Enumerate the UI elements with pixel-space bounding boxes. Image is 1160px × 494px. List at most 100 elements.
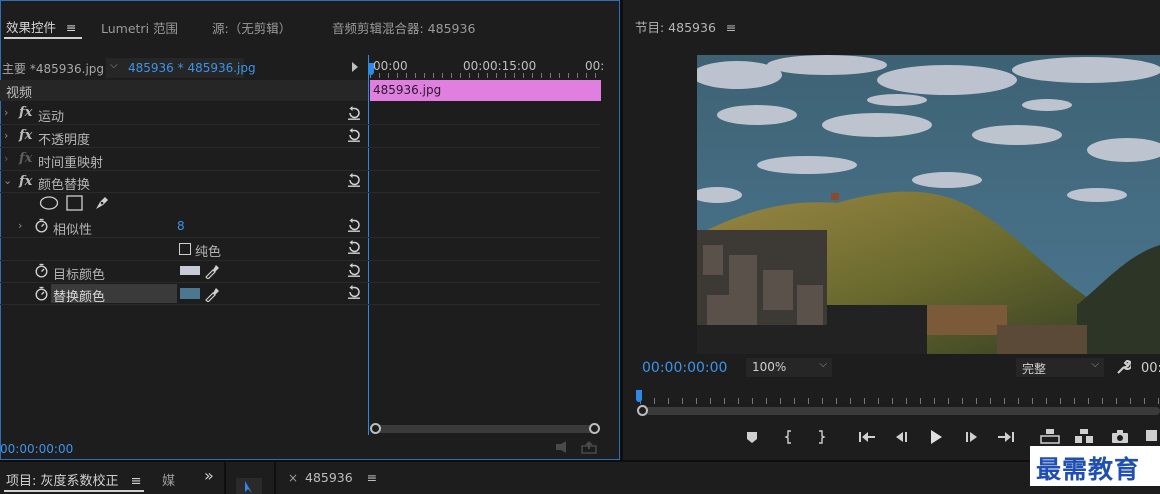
zoom-handle-left[interactable]	[370, 423, 381, 434]
panel-menu-icon[interactable]: ≡	[131, 474, 142, 489]
mini-timeline[interactable]	[368, 55, 602, 435]
quality-select[interactable]: 完整 ⌵	[1016, 358, 1104, 377]
panel-menu-icon[interactable]: ≡	[66, 20, 76, 35]
reset-icon[interactable]	[346, 127, 362, 143]
program-video-frame[interactable]	[697, 55, 1160, 354]
go-to-out-icon[interactable]	[997, 430, 1015, 444]
clip-selector[interactable]: ⌵ 485936 * 485936.jpg	[106, 58, 256, 78]
tab-effect-controls[interactable]: 效果控件 ≡	[6, 17, 76, 36]
ruler-timecode-end: 00:	[585, 59, 605, 73]
fx-badge-icon[interactable]: fx	[19, 128, 32, 143]
lift-icon[interactable]	[1040, 428, 1060, 444]
replace-color-label: 替换颜色	[53, 290, 106, 305]
export-icon[interactable]	[581, 440, 597, 454]
effect-motion-label[interactable]: 运动	[38, 106, 64, 125]
stopwatch-icon[interactable]	[34, 218, 49, 233]
wrench-icon[interactable]	[1115, 359, 1131, 375]
effect-color-replace-label[interactable]: 颜色替换	[38, 174, 90, 193]
expand-chevron-icon[interactable]: ›	[4, 106, 8, 119]
expand-chevron-icon[interactable]: ›	[4, 129, 8, 142]
program-right-timecode: 00:	[1141, 361, 1160, 376]
tab-audio-clip-mixer[interactable]: 音频剪辑混合器: 485936	[332, 18, 475, 37]
clip-selector-label: 485936 * 485936.jpg	[128, 61, 256, 75]
chevron-down-icon: ⌵	[1091, 359, 1099, 370]
mark-in-icon[interactable]	[783, 430, 795, 444]
filter-audio-icon[interactable]	[554, 440, 570, 454]
mark-out-icon[interactable]	[815, 430, 827, 444]
eyedropper-icon[interactable]	[204, 286, 220, 302]
clip-bar[interactable]: 485936.jpg	[370, 80, 601, 101]
panel-menu-icon[interactable]: ≡	[367, 470, 377, 485]
playhead-marker[interactable]	[368, 63, 374, 75]
play-triangle-icon[interactable]	[352, 62, 358, 72]
button-editor-icon[interactable]	[1145, 429, 1160, 444]
quality-value: 完整	[1022, 362, 1047, 376]
footer-timecode[interactable]: 00:00:00:00	[0, 442, 73, 456]
expand-panels-icon[interactable]: »	[204, 466, 214, 485]
stopwatch-icon[interactable]	[34, 263, 49, 278]
zoom-handle-right[interactable]	[589, 423, 600, 434]
camera-icon[interactable]	[1111, 429, 1129, 444]
project-tab-label: 项目: 灰度系数校正	[6, 474, 119, 489]
rectangle-mask-icon[interactable]	[66, 195, 84, 211]
expand-chevron-icon[interactable]: ›	[4, 152, 8, 165]
effect-time-remap-label[interactable]: 时间重映射	[38, 152, 103, 171]
similarity-label: 相似性	[53, 223, 93, 238]
zoom-level-value: 100%	[752, 360, 787, 374]
panel-menu-icon[interactable]: ≡	[726, 20, 736, 35]
scrub-playhead[interactable]	[636, 390, 642, 402]
similarity-value[interactable]: 8	[177, 219, 185, 233]
effect-opacity-label[interactable]: 不透明度	[38, 129, 90, 148]
reset-icon[interactable]	[346, 217, 362, 233]
fx-badge-icon: fx	[19, 151, 33, 166]
video-section-label: 视频	[6, 86, 33, 101]
sequence-tab[interactable]: 485936 ≡	[305, 470, 377, 485]
fx-badge-icon[interactable]: fx	[19, 174, 32, 189]
expand-chevron-icon[interactable]: ›	[18, 219, 22, 232]
sequence-close-icon[interactable]: ×	[288, 471, 298, 485]
target-color-swatch[interactable]	[180, 266, 200, 275]
sequence-tab-label: 485936	[305, 470, 353, 485]
reset-icon[interactable]	[346, 262, 362, 278]
monitor-zoom-handle[interactable]	[637, 405, 648, 416]
solid-color-label: 纯色	[195, 245, 222, 260]
active-tab-underline	[4, 37, 82, 39]
selection-tool-icon[interactable]	[236, 478, 262, 494]
timeline-zoom-scrollbar[interactable]	[375, 425, 595, 433]
chevron-down-icon: ⌵	[819, 359, 827, 370]
chevron-down-icon: ⌵	[110, 60, 118, 71]
media-browser-tab[interactable]: 媒	[162, 470, 175, 489]
add-marker-icon[interactable]	[745, 430, 759, 444]
tab-source[interactable]: 源:（无剪辑）	[212, 18, 291, 37]
reset-icon[interactable]	[346, 105, 362, 121]
tab-lumetri-scopes[interactable]: Lumetri 范围	[101, 18, 178, 37]
reset-icon[interactable]	[346, 239, 362, 255]
play-icon[interactable]	[928, 429, 944, 445]
extract-icon[interactable]	[1074, 428, 1094, 444]
master-clip-label[interactable]: 主要 *485936.jpg	[2, 60, 104, 77]
reset-icon[interactable]	[346, 172, 362, 188]
fx-badge-icon[interactable]: fx	[19, 105, 32, 120]
ellipse-mask-icon[interactable]	[39, 195, 59, 211]
program-timecode[interactable]: 00:00:00:00	[642, 360, 727, 376]
step-forward-icon[interactable]	[964, 430, 980, 444]
ruler-timecode-start: 00:00	[373, 59, 408, 73]
pen-mask-icon[interactable]	[93, 194, 111, 212]
reset-icon[interactable]	[346, 284, 362, 300]
collapse-chevron-icon[interactable]: ⌄	[3, 174, 12, 187]
program-monitor-title: 节目: 485936 ≡	[635, 17, 736, 36]
solid-color-checkbox[interactable]	[179, 243, 191, 255]
row-divider	[0, 260, 600, 261]
project-tab[interactable]: 项目: 灰度系数校正 ≡	[6, 470, 142, 489]
step-back-icon[interactable]	[893, 430, 909, 444]
clip-bar-label: 485936.jpg	[373, 83, 442, 97]
zoom-level-select[interactable]: 100% ⌵	[746, 358, 832, 377]
tab-effect-controls-label: 效果控件	[6, 20, 57, 35]
monitor-zoom-scrollbar[interactable]	[645, 407, 1160, 415]
row-divider	[0, 124, 600, 125]
go-to-in-icon[interactable]	[858, 430, 876, 444]
stopwatch-icon[interactable]	[34, 286, 49, 301]
scrub-ticks	[640, 398, 1160, 404]
replace-color-swatch[interactable]	[180, 288, 200, 299]
eyedropper-icon[interactable]	[204, 263, 220, 279]
